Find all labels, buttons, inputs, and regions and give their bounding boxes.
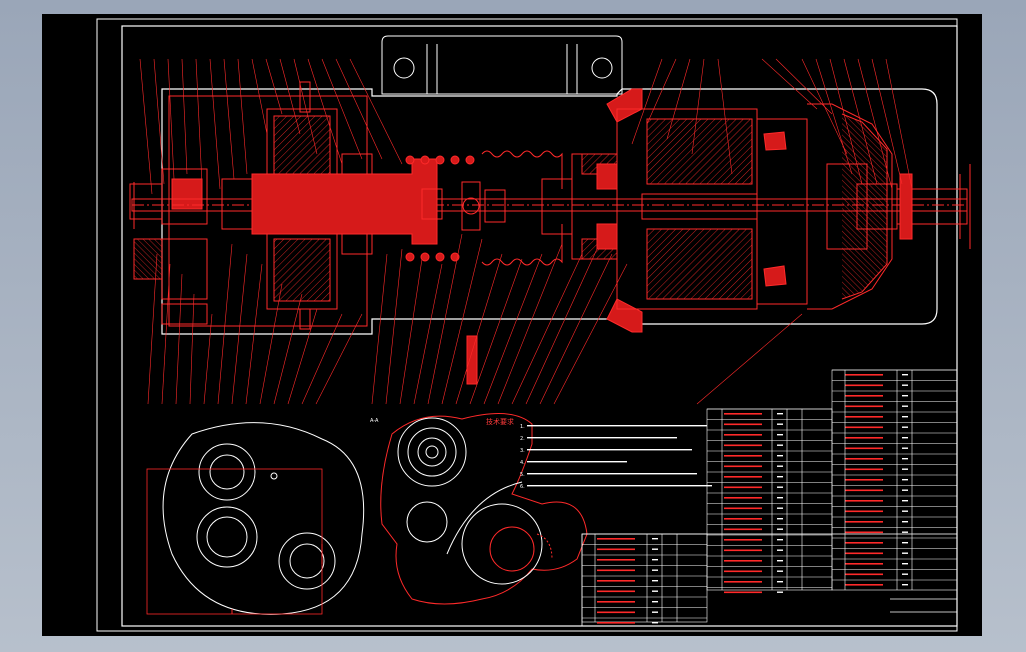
- notes-title: 技术要求: [486, 417, 514, 426]
- note-1: 1.: [520, 424, 525, 430]
- section-mark: A-A: [370, 418, 379, 424]
- outer-border: [96, 18, 958, 632]
- bom-table: [581, 369, 958, 624]
- technical-notes: 技术要求 1. 2. 3. 4. 5. 6. A-A: [370, 417, 712, 490]
- cad-viewport[interactable]: 技术要求 1. 2. 3. 4. 5. 6. A-A: [42, 14, 982, 636]
- view-a: [146, 422, 365, 615]
- note-4: 4.: [520, 460, 525, 466]
- main-section-view: [129, 35, 971, 405]
- note-5: 5.: [520, 472, 525, 478]
- note-3: 3.: [520, 448, 525, 454]
- assembly-drawing: 技术要求 1. 2. 3. 4. 5. 6. A-A: [96, 18, 971, 632]
- note-6: 6.: [520, 484, 525, 490]
- section-view-aa: [380, 413, 588, 605]
- note-2: 2.: [520, 436, 525, 442]
